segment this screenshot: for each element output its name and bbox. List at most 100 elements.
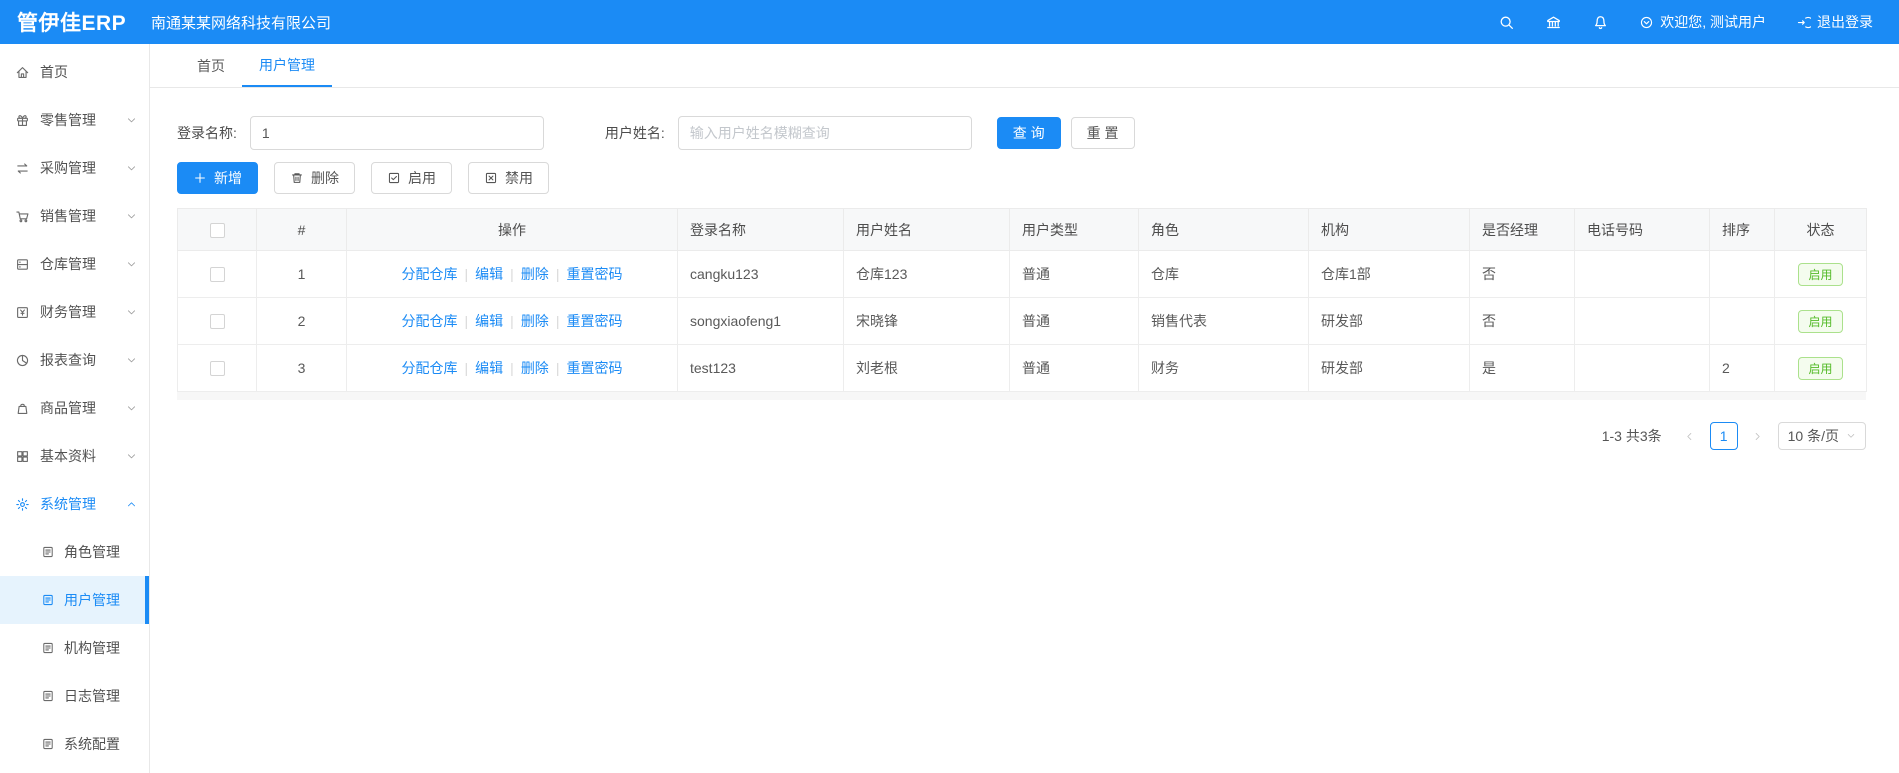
edit-link[interactable]: 编辑: [475, 360, 503, 376]
delete-button[interactable]: 删除: [274, 162, 355, 194]
assign-warehouse-link[interactable]: 分配仓库: [402, 266, 458, 282]
logout-button[interactable]: 退出登录: [1796, 12, 1873, 32]
cell-manager: 是: [1469, 344, 1575, 392]
col-header-status: 状态: [1774, 208, 1867, 251]
warehouse-icon: [15, 257, 30, 272]
cell-manager: 否: [1469, 250, 1575, 298]
user-menu[interactable]: 欢迎您, 测试用户: [1639, 12, 1766, 32]
status-badge[interactable]: 启用: [1798, 309, 1843, 333]
sidebar-item-finance[interactable]: 财务管理: [0, 288, 149, 336]
sidebar-item-system[interactable]: 系统管理: [0, 480, 149, 528]
tab-home[interactable]: 首页: [180, 44, 242, 87]
cell-name: 刘老根: [843, 344, 1010, 392]
select-all-checkbox[interactable]: [209, 222, 225, 238]
cell-login: test123: [677, 344, 844, 392]
cell-org: 仓库1部: [1308, 250, 1470, 298]
page-size-select[interactable]: 10 条/页: [1777, 422, 1866, 450]
sidebar-item-log-management[interactable]: 日志管理: [0, 672, 149, 720]
tab-user-management[interactable]: 用户管理: [242, 44, 332, 87]
search-icon[interactable]: [1498, 14, 1515, 31]
cell-phone: [1574, 344, 1710, 392]
pagination: 1-3 共3条 1 10 条/页: [177, 422, 1866, 450]
add-button[interactable]: 新增: [177, 162, 258, 194]
sidebar-item-label: 用户管理: [64, 592, 120, 608]
sidebar-item-org-management[interactable]: 机构管理: [0, 624, 149, 672]
enable-button[interactable]: 启用: [371, 162, 452, 194]
users-table: # 操作 登录名称 用户姓名 用户类型 角色 机构 是否经理 电话号码 排序 状…: [177, 208, 1867, 392]
sidebar-item-label: 角色管理: [64, 544, 120, 560]
sidebar-item-retail[interactable]: 零售管理: [0, 96, 149, 144]
reset-button[interactable]: 重 置: [1070, 117, 1135, 149]
query-button[interactable]: 查 询: [996, 117, 1061, 149]
col-header-name: 用户姓名: [843, 208, 1010, 251]
row-checkbox[interactable]: [209, 267, 225, 283]
next-page-button[interactable]: [1746, 422, 1770, 450]
table-row: 2 分配仓库 | 编辑 | 删除 | 重置密码 songxiaofeng1 宋晓锋 普通 销…: [177, 297, 1867, 345]
sidebar-item-label: 系统管理: [40, 496, 96, 512]
col-header-manager: 是否经理: [1469, 208, 1575, 251]
gift-icon: [15, 113, 30, 128]
cell-type: 普通: [1009, 297, 1139, 345]
sidebar-item-warehouse[interactable]: 仓库管理: [0, 240, 149, 288]
document-icon: [41, 545, 55, 559]
cell-actions: 分配仓库 | 编辑 | 删除 | 重置密码: [346, 344, 678, 392]
welcome-text: 欢迎您, 测试用户: [1660, 14, 1766, 30]
status-badge[interactable]: 启用: [1798, 262, 1843, 286]
pagination-total: 1-3 共3条: [1601, 428, 1662, 444]
table-header-row: # 操作 登录名称 用户姓名 用户类型 角色 机构 是否经理 电话号码 排序 状…: [177, 208, 1867, 251]
sidebar-item-sales[interactable]: 销售管理: [0, 192, 149, 240]
bag-icon: [15, 401, 30, 416]
sidebar-item-reports[interactable]: 报表查询: [0, 336, 149, 384]
table-scrollbar-track[interactable]: [177, 392, 1866, 400]
sidebar-item-purchase[interactable]: 采购管理: [0, 144, 149, 192]
delete-link[interactable]: 删除: [521, 266, 549, 282]
bell-icon[interactable]: [1592, 14, 1609, 31]
check-square-icon: [387, 171, 401, 185]
disable-button[interactable]: 禁用: [468, 162, 549, 194]
sidebar-item-user-management[interactable]: 用户管理: [0, 576, 149, 624]
cell-actions: 分配仓库 | 编辑 | 删除 | 重置密码: [346, 250, 678, 298]
login-name-input[interactable]: [249, 116, 544, 150]
sidebar-item-home[interactable]: 首页: [0, 48, 149, 96]
col-header-login: 登录名称: [677, 208, 844, 251]
app-logo: 管伊佳ERP: [17, 12, 127, 35]
sidebar-item-products[interactable]: 商品管理: [0, 384, 149, 432]
company-name: 南通某某网络科技有限公司: [151, 14, 332, 32]
x-square-icon: [484, 171, 498, 185]
col-header-phone: 电话号码: [1574, 208, 1710, 251]
status-badge[interactable]: 启用: [1798, 356, 1843, 380]
disable-button-label: 禁用: [505, 170, 533, 186]
sidebar-item-system-config[interactable]: 系统配置: [0, 720, 149, 768]
cell-role: 财务: [1138, 344, 1309, 392]
chevron-down-icon: [126, 355, 137, 366]
delete-link[interactable]: 删除: [521, 360, 549, 376]
edit-link[interactable]: 编辑: [475, 266, 503, 282]
assign-warehouse-link[interactable]: 分配仓库: [402, 313, 458, 329]
sidebar-item-role-management[interactable]: 角色管理: [0, 528, 149, 576]
document-icon: [41, 593, 55, 607]
cell-login: songxiaofeng1: [677, 297, 844, 345]
sidebar-item-basedata[interactable]: 基本资料: [0, 432, 149, 480]
sidebar-item-label: 系统配置: [64, 736, 120, 752]
sidebar-item-label: 报表查询: [40, 352, 96, 368]
delete-button-label: 删除: [311, 170, 339, 186]
reset-password-link[interactable]: 重置密码: [566, 313, 622, 329]
login-name-label: 登录名称:: [177, 125, 237, 141]
logout-label: 退出登录: [1817, 14, 1873, 30]
delete-link[interactable]: 删除: [521, 313, 549, 329]
edit-link[interactable]: 编辑: [475, 313, 503, 329]
assign-warehouse-link[interactable]: 分配仓库: [402, 360, 458, 376]
chevron-down-icon: [1847, 434, 1855, 438]
reset-password-link[interactable]: 重置密码: [566, 266, 622, 282]
reset-password-link[interactable]: 重置密码: [566, 360, 622, 376]
page-number-button[interactable]: 1: [1709, 422, 1738, 450]
col-header-type: 用户类型: [1009, 208, 1139, 251]
user-name-input[interactable]: [677, 116, 972, 150]
cell-login: cangku123: [677, 250, 844, 298]
bank-icon[interactable]: [1545, 14, 1562, 31]
row-checkbox[interactable]: [209, 314, 225, 330]
cell-name: 仓库123: [843, 250, 1010, 298]
col-header-index: #: [256, 208, 347, 251]
prev-page-button[interactable]: [1678, 422, 1702, 450]
row-checkbox[interactable]: [209, 361, 225, 377]
